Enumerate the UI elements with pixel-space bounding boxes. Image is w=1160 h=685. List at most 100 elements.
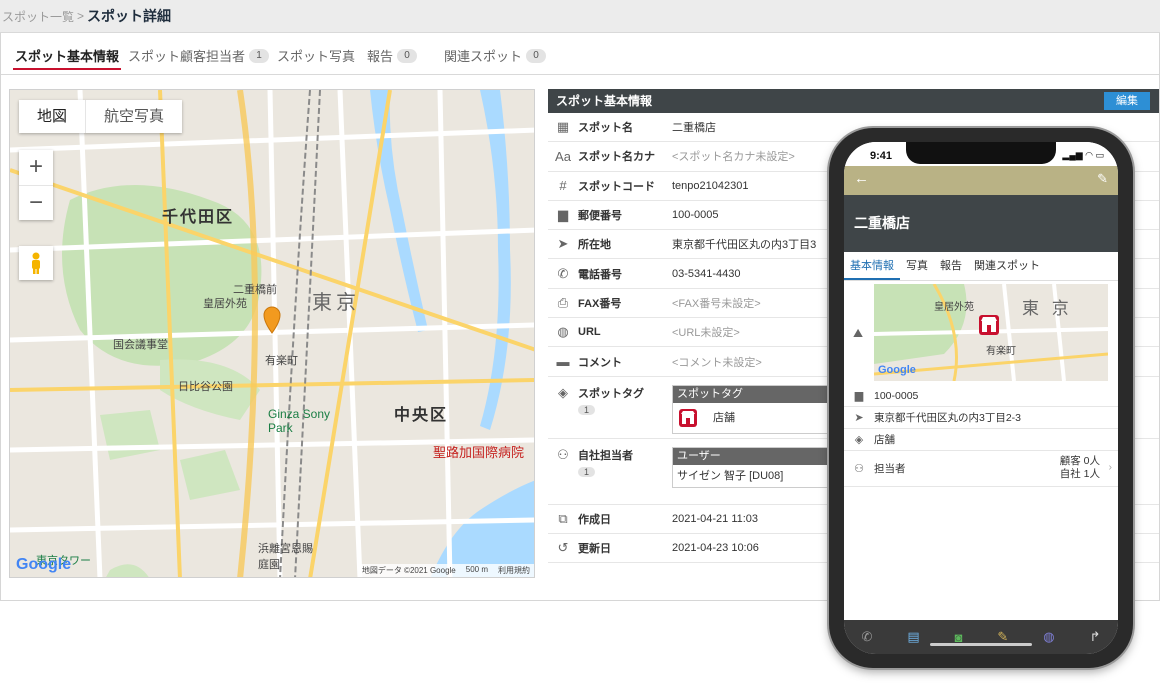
map-scale: 500 m (465, 565, 488, 574)
tab-spot-photos[interactable]: スポット写真 (277, 46, 355, 65)
google-logo: Google (16, 556, 72, 573)
map-type-control: 地図 航空写真 (19, 100, 183, 133)
hash-icon: # (559, 178, 567, 194)
phone-address-value: 東京都千代田区丸の内3丁目2-3 (874, 412, 1022, 424)
globe-icon[interactable]: ◍ (1043, 629, 1054, 645)
phone-map-label: 東 京 (1022, 299, 1073, 318)
mailbox-icon: ▆ (854, 390, 864, 402)
phone-icon: ✆ (557, 265, 569, 281)
info-label: 作成日 (578, 513, 611, 526)
tab-label: 関連スポット (444, 49, 523, 64)
users-icon: ⚇ (557, 446, 569, 462)
phone-bottom-toolbar: ✆ ▤ ◙ ✎ ◍ ↱ (844, 620, 1118, 654)
tab-reports[interactable]: 報告 0 (367, 46, 418, 65)
shop-icon (979, 315, 999, 335)
count-badge: 1 (249, 48, 270, 63)
phone-owner-counts: 顧客 0人 自社 1人 (1060, 455, 1100, 481)
company-count: 自社 1人 (1059, 468, 1100, 480)
count-badge: 0 (526, 48, 547, 63)
tag-value: 店舗 (713, 411, 735, 424)
breadcrumb-separator: > (77, 9, 85, 23)
history-icon: ↺ (557, 540, 569, 556)
phone-row-address: ➤ 東京都千代田区丸の内3丁目2-3 (844, 407, 1118, 429)
info-value: 100-0005 (672, 209, 719, 222)
info-label: 自社担当者 (578, 449, 633, 462)
tab-label: 報告 (367, 49, 394, 64)
location-arrow-icon: ➤ (557, 236, 569, 252)
shop-icon (679, 408, 697, 427)
tab-spot-basic-info[interactable]: スポット基本情報 (12, 46, 122, 70)
back-arrow-icon[interactable]: ← (854, 170, 869, 187)
phone-tab-reports[interactable]: 報告 (934, 252, 968, 280)
phone-call-icon[interactable]: ✆ (861, 629, 872, 645)
phone-screen: 9:41 ▂▄▆ ◠ ▭ ← ✎ 二重橋店 基本情報 写真 報告 関連スポット … (844, 142, 1118, 654)
info-value: <スポット名カナ未設定> (672, 151, 795, 164)
location-arrow-icon: ➤ (854, 412, 864, 424)
phone-nav-bar: ← ✎ (844, 166, 1118, 195)
zoom-out-button[interactable]: − (19, 185, 53, 220)
breadcrumb-parent-link[interactable]: スポット一覧 (2, 8, 74, 25)
location-pin-icon[interactable] (262, 306, 282, 334)
page-title: スポット詳細 (87, 8, 172, 24)
edit-pencil-icon[interactable]: ✎ (1097, 171, 1108, 187)
building-icon: ▦ (556, 119, 570, 135)
info-header: スポット基本情報 編集 (548, 89, 1159, 113)
info-label: 郵便番号 (578, 210, 622, 223)
customer-count: 顧客 0人 (1059, 455, 1100, 467)
info-label-cell: スポットタグ 1 (578, 385, 672, 416)
info-label: スポットコード (578, 180, 655, 193)
info-label: 所在地 (578, 239, 611, 252)
phone-owner-label: 担当者 (874, 463, 906, 475)
breadcrumb: スポット一覧 > スポット詳細 (0, 0, 1160, 33)
created-icon: ⧉ (558, 510, 568, 526)
calendar-icon[interactable]: ▤ (907, 629, 919, 645)
phone-tab-related[interactable]: 関連スポット (968, 252, 1046, 280)
info-value: <コメント未設定> (672, 356, 762, 369)
zoom-in-button[interactable]: + (19, 150, 53, 185)
globe-icon: ◍ (557, 324, 569, 340)
phone-row-tag: ◈ 店舗 (844, 429, 1118, 451)
street-view-pegman-icon[interactable] (19, 246, 53, 280)
info-label: FAX番号 (578, 297, 622, 310)
fax-icon: ⎙ (557, 294, 569, 310)
phone-map-thumbnail[interactable]: 皇居外苑 東 京 有楽町 Google (874, 284, 1108, 381)
mailbox-icon: ▆ (558, 207, 568, 223)
info-value: 二重橋店 (672, 122, 716, 135)
info-label: コメント (578, 356, 622, 369)
map-type-map-button[interactable]: 地図 (19, 100, 85, 133)
phone-tag-value: 店舗 (874, 434, 895, 446)
count-badge: 1 (578, 404, 596, 415)
share-icon[interactable]: ↱ (1090, 629, 1101, 645)
map-type-satellite-button[interactable]: 航空写真 (85, 100, 182, 133)
info-value: <FAX番号未設定> (672, 297, 761, 310)
tab-label: スポット顧客担当者 (128, 49, 246, 64)
info-value: 03-5341-4430 (672, 267, 741, 280)
edit-button[interactable]: 編集 (1104, 92, 1150, 110)
map-label-station: 有楽町 (265, 355, 298, 367)
home-indicator (930, 643, 1032, 646)
status-icons: ▂▄▆ ◠ ▭ (1062, 150, 1104, 160)
map-label-hospital: 聖路加国際病院 (433, 445, 525, 460)
tab-spot-customer-contacts[interactable]: スポット顧客担当者 1 (128, 46, 270, 65)
info-value: 東京都千代田区丸の内3丁目3 (672, 239, 817, 252)
map-label-landmark: 国会議事堂 (113, 339, 168, 351)
phone-postal-value: 100-0005 (874, 389, 919, 402)
phone-tab-photos[interactable]: 写真 (900, 252, 934, 280)
phone-notch (906, 142, 1056, 164)
phone-mockup: 9:41 ▂▄▆ ◠ ▭ ← ✎ 二重橋店 基本情報 写真 報告 関連スポット … (829, 128, 1133, 668)
map-pin-icon: ⛰ (853, 326, 864, 340)
tab-related-spots[interactable]: 関連スポット 0 (444, 46, 547, 65)
tag-icon: ◈ (558, 384, 568, 400)
chevron-right-icon: › (1108, 461, 1113, 473)
phone-tab-bar: 基本情報 写真 報告 関連スポット (844, 252, 1118, 281)
map-view[interactable]: 千代田区 中央区 東京 聖路加国際病院 二重橋前 皇居外苑 有楽町 Ginza … (9, 89, 535, 578)
zoom-control: + − (19, 150, 53, 220)
map-terms-link[interactable]: 利用規約 (498, 565, 530, 576)
map-attribution: 地図データ ©2021 Google 500 m 利用規約 (357, 564, 534, 577)
tab-bar: スポット基本情報 スポット顧客担当者 1 スポット写真 報告 0 関連スポット 0 (1, 33, 1159, 75)
map-label-tokyo: 東京 (312, 292, 360, 314)
phone-row-owner[interactable]: ⚇ 担当者 顧客 0人 自社 1人 › (844, 451, 1118, 487)
phone-tab-basic-info[interactable]: 基本情報 (844, 252, 900, 280)
info-value: 2021-04-21 11:03 (672, 512, 759, 525)
info-label: スポット名カナ (578, 151, 655, 164)
